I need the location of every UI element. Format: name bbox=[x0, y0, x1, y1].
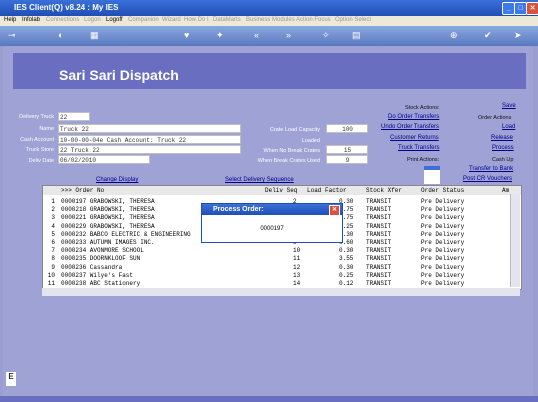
order-actions-label: Order Actions bbox=[478, 115, 512, 121]
loaded-label: Loaded bbox=[301, 138, 320, 144]
menu-logoff[interactable]: Logoff bbox=[106, 17, 123, 23]
row-deliv-seq: 14 bbox=[293, 280, 301, 287]
plus-icon[interactable]: ⊕ bbox=[450, 30, 458, 41]
menu-datamarts[interactable]: DataMarts bbox=[213, 17, 241, 23]
dialog-title-bar: Process Order: ✕ bbox=[202, 204, 342, 216]
truck-store-field[interactable]: 22 Truck 22 bbox=[58, 145, 241, 154]
truck-store-label: Truck Store bbox=[25, 147, 54, 153]
process-link[interactable]: Process bbox=[492, 145, 514, 151]
refresh-icon[interactable]: ◐ bbox=[58, 30, 63, 40]
col-order-status[interactable]: Order Status bbox=[421, 187, 464, 194]
stock-actions-label: Stock Actions: bbox=[405, 105, 440, 111]
menu-infolab[interactable]: Infolab bbox=[22, 17, 40, 23]
load-link[interactable]: Load bbox=[502, 124, 515, 130]
menu-how-do-i[interactable]: How Do I bbox=[184, 17, 209, 23]
cash-account-field[interactable]: 10-00-00-04e Cash Account: Truck 22 bbox=[58, 135, 241, 144]
transfer-to-bank-link[interactable]: Transfer to Bank bbox=[469, 166, 513, 172]
settings-icon[interactable]: ✦ bbox=[216, 30, 224, 41]
col-deliv-seq[interactable]: Deliv Seq bbox=[265, 187, 297, 194]
break-used-field[interactable]: 9 bbox=[326, 155, 368, 164]
dialog-title: Process Order: bbox=[213, 206, 264, 213]
cash-account-label: Cash Account bbox=[20, 137, 54, 143]
release-link[interactable]: Release bbox=[491, 135, 513, 141]
do-order-transfers-link[interactable]: Do Order Transfers bbox=[388, 114, 439, 120]
grid-icon[interactable]: ▦ bbox=[90, 30, 99, 41]
window-title: IES Client(Q) v8.24 : My IES bbox=[14, 3, 119, 12]
page-icon[interactable]: ▤ bbox=[352, 30, 361, 41]
page-banner: Sari Sari Dispatch bbox=[13, 53, 526, 89]
forward-icon[interactable]: » bbox=[286, 30, 291, 40]
save-link[interactable]: Save bbox=[502, 103, 516, 109]
menu-business-modules[interactable]: Business Modules bbox=[246, 17, 295, 23]
heart-icon[interactable]: ♥ bbox=[184, 30, 189, 40]
name-label: Name bbox=[39, 126, 54, 132]
close-button[interactable]: ✕ bbox=[526, 2, 538, 15]
menu-wizard[interactable]: Wizard bbox=[162, 17, 181, 23]
back-icon[interactable]: « bbox=[254, 30, 259, 40]
deliv-date-label: Deliv Date bbox=[28, 158, 54, 164]
row-order: 0000238 ABC Stationery bbox=[61, 280, 141, 287]
row-number: 11 bbox=[47, 280, 55, 287]
check-icon[interactable]: ✔ bbox=[484, 30, 492, 41]
page-title: Sari Sari Dispatch bbox=[59, 67, 179, 83]
cash-up-label: Cash Up bbox=[492, 157, 514, 163]
menu-action-focus[interactable]: Action Focus bbox=[296, 17, 331, 23]
deliv-date-field[interactable]: 06/02/2010 bbox=[58, 155, 150, 164]
undo-order-transfers-link[interactable]: Undo Order Transfers bbox=[381, 124, 439, 130]
change-display-link[interactable]: Change Display bbox=[96, 177, 138, 183]
col-amount[interactable]: Am bbox=[502, 187, 509, 194]
dialog-close-button[interactable]: ✕ bbox=[329, 205, 340, 216]
customer-returns-link[interactable]: Customer Returns bbox=[390, 135, 439, 141]
truck-transfers-link[interactable]: Truck Transfers bbox=[398, 145, 439, 151]
row-stock-xfer: TRANSIT bbox=[366, 280, 392, 287]
menu-connections[interactable]: Connections bbox=[46, 17, 79, 23]
dialog-order-value: 0000197 bbox=[260, 226, 284, 232]
side-e-icon[interactable]: E bbox=[6, 372, 16, 386]
break-used-label: When Break Crates Used bbox=[257, 158, 320, 164]
toolbar: ⊸ ◐ ▦ ♥ ✦ « » ✧ ▤ ⊕ ✔ ➤ bbox=[0, 26, 538, 46]
menu-logon[interactable]: Logon bbox=[84, 17, 101, 23]
name-field[interactable]: Truck 22 bbox=[58, 124, 241, 133]
print-actions-label: Print Actions: bbox=[407, 157, 440, 163]
grid-horizontal-scrollbar[interactable] bbox=[42, 288, 520, 296]
table-row[interactable]: 11 0000238 ABC Stationery 14 0.12 TRANSIT Pre… bbox=[43, 279, 513, 288]
row-order-status: Pre Delivery bbox=[421, 280, 465, 287]
key-icon[interactable]: ⊸ bbox=[8, 30, 16, 41]
grid-header: >>> Order No Deliv Seq Load Factor Stock… bbox=[43, 186, 521, 195]
menu-companion[interactable]: Companion bbox=[128, 17, 159, 23]
post-cr-vouchers-link[interactable]: Post CR Vouchers bbox=[463, 176, 512, 182]
menu-option-select[interactable]: Option Select bbox=[335, 17, 371, 23]
menu-bar: Help Infolab Connections Logon Logoff Co… bbox=[0, 16, 538, 26]
grid-vertical-scrollbar[interactable] bbox=[510, 194, 520, 287]
delivery-truck-label: Delivery Truck bbox=[19, 114, 54, 120]
title-bar: IES Client(Q) v8.24 : My IES _ □ ✕ bbox=[0, 0, 538, 16]
star-icon[interactable]: ✧ bbox=[322, 30, 330, 41]
col-order-no[interactable]: >>> Order No bbox=[61, 187, 104, 194]
go-icon[interactable]: ➤ bbox=[514, 30, 522, 41]
row-load-factor: 0.12 bbox=[339, 280, 354, 287]
menu-help[interactable]: Help bbox=[4, 17, 16, 23]
col-stock-xfer[interactable]: Stock Xfer bbox=[366, 187, 402, 194]
col-load-factor[interactable]: Load Factor bbox=[307, 187, 347, 194]
no-break-field[interactable]: 15 bbox=[326, 145, 368, 154]
crate-capacity-label: Crate Load Capacity bbox=[269, 127, 320, 133]
process-order-dialog: Process Order: ✕ 0000197 bbox=[201, 203, 343, 243]
select-delivery-sequence-link[interactable]: Select Delivery Sequence bbox=[225, 177, 294, 183]
delivery-truck-field[interactable]: 22 bbox=[58, 112, 90, 121]
no-break-label: When No Break Crates bbox=[263, 148, 320, 154]
status-bar bbox=[0, 396, 538, 402]
printer-icon[interactable] bbox=[424, 166, 440, 184]
crate-capacity-field[interactable]: 100 bbox=[326, 124, 368, 133]
